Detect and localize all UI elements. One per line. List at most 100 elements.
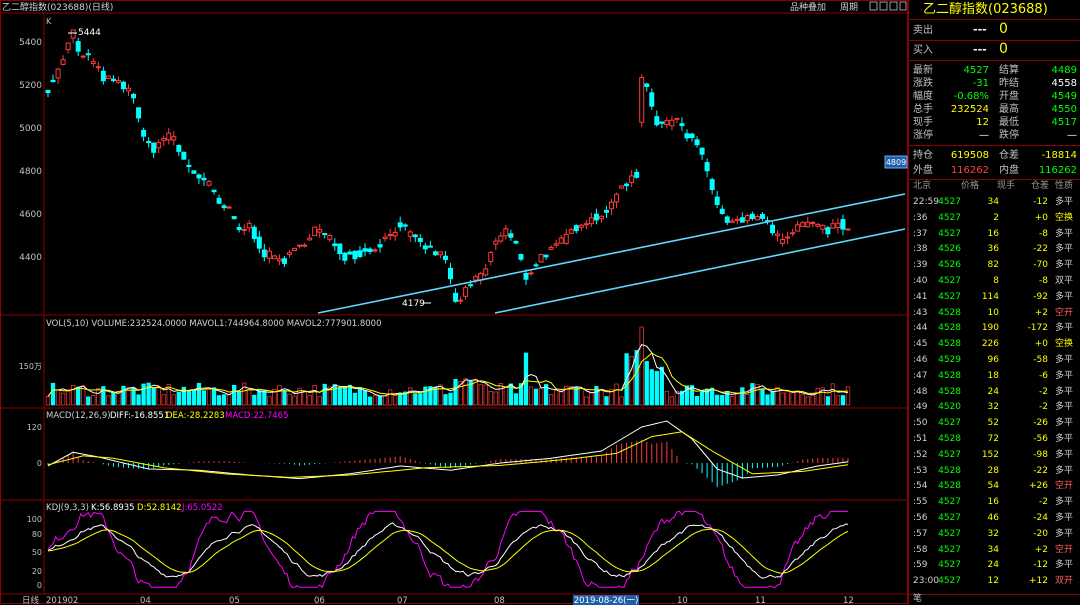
tick-oi-change: -24 [1033, 513, 1048, 523]
tick-price: 4527 [938, 212, 961, 223]
chart-frame [0, 0, 908, 604]
tick-qty: 16 [987, 497, 999, 508]
kdj-y-tick-50: 50 [32, 548, 42, 557]
sell-price: --- [973, 23, 987, 36]
candle-down [181, 151, 187, 160]
volume-bar [106, 395, 111, 406]
candle-down [518, 253, 524, 260]
volume-bar [282, 390, 287, 406]
tick-type: 多平 [1055, 370, 1074, 381]
volume-bar [252, 394, 257, 406]
tick-qty: 32 [987, 528, 999, 539]
tick-price: 4528 [938, 434, 961, 444]
tick-time: 23:00 [913, 576, 939, 587]
volume-bar [513, 393, 519, 406]
tick-qty: 12 [987, 576, 999, 587]
volume-bar [196, 382, 202, 406]
period-button[interactable]: 周期 [840, 2, 858, 13]
volume-bar [528, 386, 534, 406]
candle-down [352, 250, 358, 260]
volume-bar [377, 395, 383, 406]
volume-bar [548, 394, 554, 406]
volume-bar [845, 386, 851, 406]
kdj-d-line [47, 528, 849, 574]
volume-bar [664, 391, 670, 406]
candle-down [704, 162, 710, 172]
tick-header-price: 价格 [961, 181, 980, 191]
candle-up [830, 223, 836, 229]
stat-value-prev-settle: 4558 [1051, 78, 1077, 89]
candle-down [75, 41, 81, 52]
candle-down [770, 224, 776, 234]
tick-type: 多平 [1055, 402, 1074, 413]
candle-down [694, 139, 700, 146]
stat-value-high: 4550 [1051, 104, 1077, 115]
volume-bar [800, 393, 805, 406]
tick-time: :45 [913, 339, 928, 350]
candle-down [448, 267, 454, 280]
volume-bar [337, 387, 342, 406]
tick-type: 多平 [1055, 418, 1074, 429]
macd-diff: DIFF:-16.8551 [110, 411, 169, 421]
chart-area[interactable]: 乙二醇指数(023688)(日线) 品种叠加 周期 K 5400 5200 50… [0, 0, 908, 605]
volume-bar [257, 389, 262, 406]
volume-bar [649, 369, 654, 406]
candle-up [674, 117, 680, 120]
period-corner-label: 日线 [22, 595, 40, 605]
candle-down [739, 217, 745, 223]
volume-bar [101, 386, 106, 406]
sell-qty: 0 [999, 21, 1008, 37]
volume-bar [453, 378, 458, 406]
stat-label-oi-change: 仓差 [999, 150, 1019, 161]
volume-bar [438, 384, 443, 406]
tick-price: 4527 [938, 528, 961, 539]
candle-up [483, 268, 489, 276]
candle-down [684, 133, 690, 139]
macd-y-tick-0: 0 [37, 459, 42, 468]
volume-bar [307, 394, 312, 406]
volume-bar [654, 370, 659, 406]
window-controls[interactable] [869, 1, 907, 11]
tick-qty: 10 [987, 307, 999, 318]
tick-type: 多平 [1055, 434, 1074, 444]
volume-bar [669, 396, 675, 406]
candle-up [392, 231, 398, 237]
candle-down [840, 219, 846, 230]
candle-up [810, 222, 816, 225]
tick-oi-change: -56 [1033, 434, 1048, 444]
candle-down [397, 222, 403, 228]
candle-down [362, 248, 368, 252]
volume-bar [156, 386, 161, 406]
candle-down [196, 174, 202, 179]
candle-up [372, 249, 378, 252]
volume-bar [332, 384, 337, 406]
cursor-date: 2019-08-26(一) [574, 596, 639, 605]
candle-down [709, 179, 715, 191]
volume-bar [614, 383, 619, 406]
buy-qty: 0 [999, 41, 1008, 57]
tick-qty: 24 [987, 386, 999, 397]
tick-time: :58 [913, 544, 928, 555]
candle-down [422, 245, 428, 250]
candle-down [377, 244, 383, 248]
tick-type: 空开 [1055, 481, 1074, 492]
volume-bar [745, 394, 750, 406]
candle-up [664, 120, 670, 125]
volume-bar [211, 387, 217, 406]
tick-type: 多平 [1055, 244, 1074, 255]
candle-up [775, 233, 781, 237]
tick-type: 多平 [1055, 291, 1074, 302]
overlay-button[interactable]: 品种叠加 [790, 1, 826, 13]
candle-up [528, 272, 534, 275]
volume-bar [413, 393, 418, 406]
tick-price: 4528 [938, 307, 961, 318]
tick-time: :43 [913, 307, 928, 318]
tick-qty: 2 [993, 212, 999, 223]
volume-bar [312, 384, 317, 406]
volume-bar [398, 393, 403, 406]
x-label-08: 08 [494, 596, 505, 605]
tick-oi-change: -2 [1039, 386, 1048, 397]
low-price-label: 4179 [402, 299, 425, 309]
volume-bar [795, 391, 800, 406]
volume-bar [574, 386, 579, 406]
